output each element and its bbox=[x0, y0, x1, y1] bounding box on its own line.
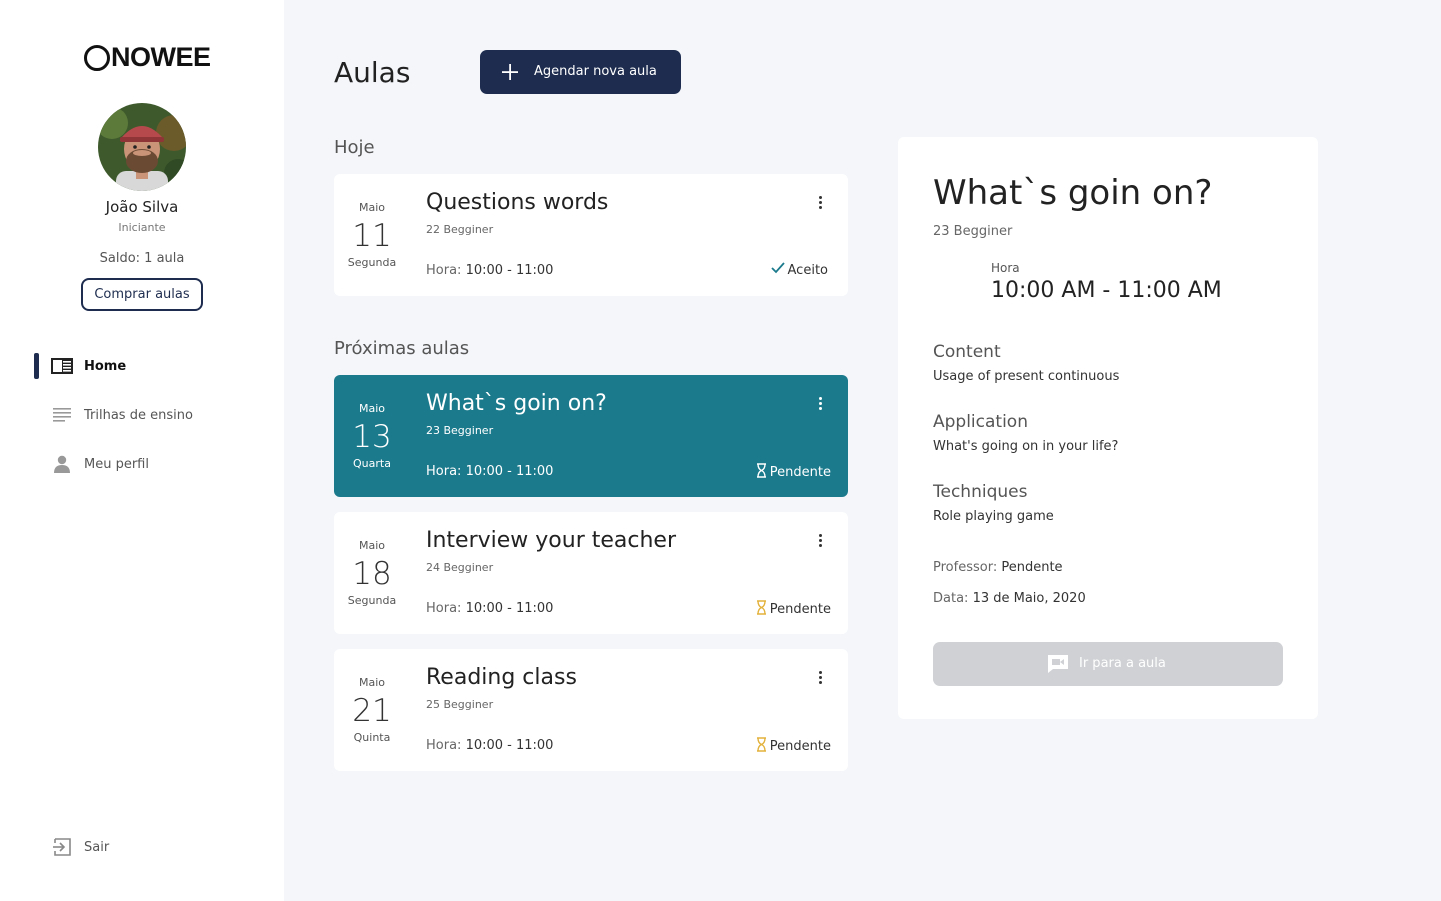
plus-icon bbox=[502, 60, 518, 84]
check-icon bbox=[770, 262, 785, 278]
avatar[interactable] bbox=[98, 103, 186, 191]
lesson-level: 24 Begginer bbox=[426, 561, 494, 574]
time-label: Hora: bbox=[426, 464, 462, 479]
hourglass-icon bbox=[756, 600, 767, 619]
brand-logo[interactable]: NOWEE bbox=[84, 42, 211, 73]
lesson-title: Reading class bbox=[426, 665, 577, 690]
lesson-level: 25 Begginer bbox=[426, 698, 494, 711]
more-vert-icon[interactable] bbox=[812, 667, 828, 687]
lesson-time: Hora: 10:00 - 11:00 bbox=[426, 464, 553, 479]
lesson-weekday: Quinta bbox=[353, 731, 391, 744]
hourglass-icon bbox=[756, 463, 767, 482]
section-title-upcoming: Próximas aulas bbox=[334, 338, 470, 359]
lesson-weekday: Quarta bbox=[353, 457, 391, 470]
time-label: Hora: bbox=[426, 738, 462, 753]
lesson-level: 22 Begginer bbox=[426, 223, 494, 236]
status-badge: Pendente bbox=[756, 463, 831, 482]
page-title: Aulas bbox=[334, 56, 411, 89]
lesson-day: 13 bbox=[352, 419, 392, 455]
schedule-new-lesson-label: Agendar nova aula bbox=[534, 64, 657, 79]
nav-label-tracks: Trilhas de ensino bbox=[84, 407, 193, 423]
lesson-month: Maio bbox=[358, 402, 386, 415]
time-label: Hora: bbox=[426, 263, 462, 278]
lesson-title: What`s goin on? bbox=[426, 391, 607, 416]
nav-item-profile[interactable]: Meu perfil bbox=[0, 449, 284, 479]
lesson-weekday: Segunda bbox=[347, 594, 397, 607]
detail-application-value: What's going on in your life? bbox=[933, 439, 1119, 454]
lesson-month: Maio bbox=[358, 539, 386, 552]
time-label: Hora: bbox=[426, 601, 462, 616]
detail-techniques-heading: Techniques bbox=[933, 482, 1028, 502]
nav-label-profile: Meu perfil bbox=[84, 456, 149, 472]
video-chat-icon bbox=[1047, 654, 1069, 678]
logout-icon bbox=[51, 836, 73, 858]
date-label: Data: bbox=[933, 591, 969, 606]
detail-teacher: Professor: Pendente bbox=[933, 560, 1063, 575]
section-title-today: Hoje bbox=[334, 137, 375, 158]
detail-title: What`s goin on? bbox=[933, 173, 1213, 213]
lesson-title: Questions words bbox=[426, 190, 609, 215]
lesson-month: Maio bbox=[358, 201, 386, 214]
lesson-time: Hora: 10:00 - 11:00 bbox=[426, 601, 553, 616]
home-icon bbox=[51, 355, 73, 377]
time-value: 10:00 - 11:00 bbox=[465, 263, 554, 278]
more-vert-icon[interactable] bbox=[812, 192, 828, 212]
status-label: Pendente bbox=[769, 602, 831, 617]
lesson-day: 18 bbox=[352, 556, 392, 592]
time-value: 10:00 - 11:00 bbox=[465, 738, 554, 753]
lesson-day: 21 bbox=[352, 693, 392, 729]
nav-item-tracks[interactable]: Trilhas de ensino bbox=[0, 400, 284, 430]
nav-label-home: Home bbox=[84, 358, 127, 374]
lesson-time: Hora: 10:00 - 11:00 bbox=[426, 263, 553, 278]
lesson-weekday: Segunda bbox=[347, 256, 397, 269]
date-value: 13 de Maio, 2020 bbox=[972, 591, 1086, 606]
person-icon bbox=[51, 453, 73, 475]
lesson-time: Hora: 10:00 - 11:00 bbox=[426, 738, 553, 753]
lesson-card[interactable]: Maio 11 Segunda Questions words 22 Beggi… bbox=[334, 174, 848, 296]
lesson-balance: Saldo: 1 aula bbox=[99, 251, 185, 266]
user-level: Iniciante bbox=[118, 221, 166, 234]
schedule-new-lesson-button[interactable]: Agendar nova aula bbox=[480, 50, 681, 94]
sidebar: NOWEE João Silva Iniciante Saldo: 1 aula… bbox=[0, 0, 284, 901]
more-vert-icon[interactable] bbox=[812, 393, 828, 413]
logout-button[interactable]: Sair bbox=[0, 832, 284, 862]
go-to-lesson-label: Ir para a aula bbox=[1079, 656, 1166, 671]
lesson-card-selected[interactable]: Maio 13 Quarta What`s goin on? 23 Beggin… bbox=[334, 375, 848, 497]
status-label: Aceito bbox=[787, 262, 828, 278]
time-value: 10:00 - 11:00 bbox=[465, 464, 554, 479]
brand-name: NOWEE bbox=[111, 42, 211, 72]
lesson-day: 11 bbox=[352, 218, 392, 254]
logo-mark-icon bbox=[84, 44, 110, 71]
detail-hour: 10:00 AM - 11:00 AM bbox=[991, 278, 1222, 303]
go-to-lesson-button[interactable]: Ir para a aula bbox=[933, 642, 1283, 686]
detail-date: Data: 13 de Maio, 2020 bbox=[933, 591, 1086, 606]
detail-techniques-value: Role playing game bbox=[933, 509, 1054, 524]
status-badge: Aceito bbox=[770, 262, 828, 278]
lesson-detail-panel: What`s goin on? 23 Begginer Hora 10:00 A… bbox=[898, 137, 1318, 719]
detail-application-heading: Application bbox=[933, 412, 1028, 432]
status-badge: Pendente bbox=[756, 600, 831, 619]
detail-content-value: Usage of present continuous bbox=[933, 369, 1120, 384]
detail-content-heading: Content bbox=[933, 342, 1001, 362]
status-badge: Pendente bbox=[756, 737, 831, 756]
time-value: 10:00 - 11:00 bbox=[465, 601, 554, 616]
more-vert-icon[interactable] bbox=[812, 530, 828, 550]
teacher-value: Pendente bbox=[1001, 560, 1063, 575]
status-label: Pendente bbox=[769, 465, 831, 480]
detail-hour-label: Hora bbox=[991, 261, 1020, 275]
buy-lessons-button[interactable]: Comprar aulas bbox=[81, 278, 203, 311]
lesson-card[interactable]: Maio 18 Segunda Interview your teacher 2… bbox=[334, 512, 848, 634]
teacher-label: Professor: bbox=[933, 560, 998, 575]
lesson-card[interactable]: Maio 21 Quinta Reading class 25 Begginer… bbox=[334, 649, 848, 771]
detail-level: 23 Begginer bbox=[933, 224, 1013, 239]
status-label: Pendente bbox=[769, 739, 831, 754]
list-icon bbox=[51, 404, 73, 426]
lesson-title: Interview your teacher bbox=[426, 528, 677, 553]
hourglass-icon bbox=[756, 737, 767, 756]
nav-item-home[interactable]: Home bbox=[0, 351, 284, 381]
lesson-level: 23 Begginer bbox=[426, 424, 494, 437]
lesson-month: Maio bbox=[358, 676, 386, 689]
nav-label-logout: Sair bbox=[84, 839, 110, 855]
user-name: João Silva bbox=[105, 198, 179, 216]
